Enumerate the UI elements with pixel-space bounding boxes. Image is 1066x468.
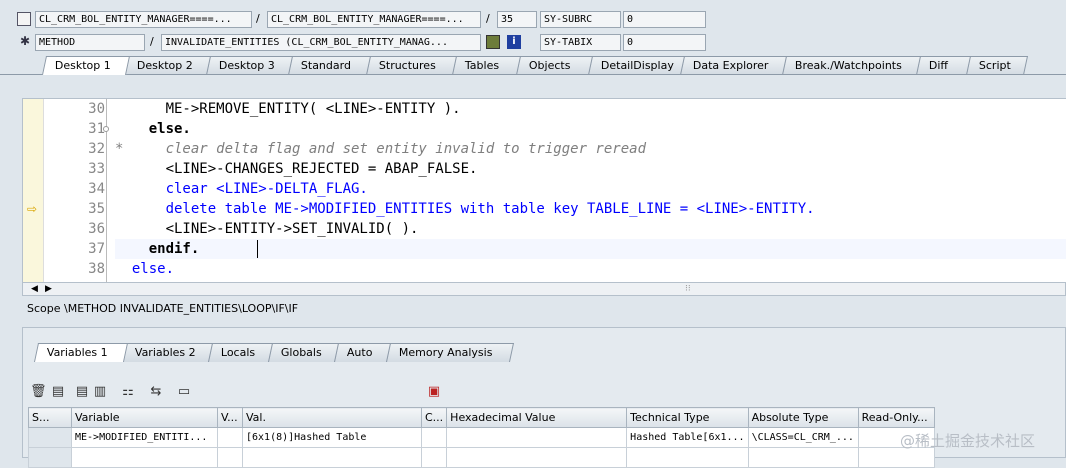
hex-value-cell[interactable] xyxy=(446,427,628,448)
sysvar-name-field[interactable]: SY-SUBRC xyxy=(540,11,621,28)
tab-watchpoints[interactable]: Break./Watchpoints xyxy=(781,56,923,75)
line-number: 33 xyxy=(88,161,105,177)
tab-standard[interactable]: Standard xyxy=(287,56,373,75)
variables-table: S... Variable V... Val. C... Hexadecimal… xyxy=(28,407,935,468)
line-number: 30 xyxy=(88,101,105,117)
scroll-grip-icon[interactable]: ⁝⁝ xyxy=(685,283,691,295)
code-line: else. xyxy=(115,121,191,137)
tab-desktop-3[interactable]: Desktop 3 xyxy=(205,56,295,75)
separator: / xyxy=(150,35,154,48)
line-number: 35 xyxy=(88,201,105,217)
tab-objects[interactable]: Objects xyxy=(515,56,595,75)
tab-variables-2[interactable]: Variables 2 xyxy=(121,343,215,362)
line-number: 36 xyxy=(88,221,105,237)
tab-globals[interactable]: Globals xyxy=(267,343,341,362)
scroll-right-icon[interactable]: ▶ xyxy=(45,283,52,295)
code-line: * clear delta flag and set entity invali… xyxy=(115,141,647,157)
table-icon[interactable]: ▤ xyxy=(74,384,90,400)
line-number: 34 xyxy=(88,181,105,197)
tab-divider xyxy=(0,74,1066,75)
tab-tables[interactable]: Tables xyxy=(451,56,523,75)
settings-icon[interactable]: ▭ xyxy=(176,384,192,400)
breakpoint-gutter[interactable] xyxy=(23,99,44,283)
export-icon[interactable]: ▥ xyxy=(92,384,108,400)
column-header[interactable]: S... xyxy=(28,407,72,428)
include-field[interactable]: CL_CRM_BOL_ENTITY_MANAGER====... xyxy=(267,11,481,28)
hierarchy-icon[interactable]: ⚏ xyxy=(120,384,136,400)
fold-marker-icon[interactable] xyxy=(103,126,109,132)
watermark: @稀土掘金技术社区 xyxy=(900,432,1036,450)
tab-memory-analysis[interactable]: Memory Analysis xyxy=(385,343,515,362)
table-cell[interactable] xyxy=(217,427,243,448)
method-field[interactable]: INVALIDATE_ENTITIES (CL_CRM_BOL_ENTITY_M… xyxy=(161,34,481,51)
column-header[interactable]: V... xyxy=(217,407,243,428)
separator: / xyxy=(256,12,260,25)
technical-type-cell: Hashed Table[6x1... xyxy=(626,427,749,448)
text-cursor xyxy=(257,240,258,258)
code-line: endif. xyxy=(115,241,200,257)
horizontal-scrollbar[interactable]: ◀ ▶ ⁝⁝ xyxy=(22,282,1066,296)
tab-variables-1[interactable]: Variables 1 xyxy=(33,343,129,362)
column-header[interactable]: Read-Only... xyxy=(857,407,935,428)
code-line: else. xyxy=(115,261,175,277)
scroll-left-icon[interactable]: ◀ xyxy=(31,283,38,295)
column-header[interactable]: C... xyxy=(420,407,448,428)
tab-structures[interactable]: Structures xyxy=(365,56,459,75)
delete-icon[interactable]: 🗑 xyxy=(30,384,47,400)
line-number: 37 xyxy=(88,241,105,257)
tab-diff[interactable]: Diff xyxy=(915,56,973,75)
sysvar-value-field[interactable]: 0 xyxy=(623,11,706,28)
row-selector[interactable] xyxy=(28,427,72,448)
save-icon[interactable]: ▣ xyxy=(426,384,442,400)
column-header[interactable]: Hexadecimal Value xyxy=(446,407,628,428)
column-header[interactable]: Variable xyxy=(71,407,218,428)
table-cell[interactable] xyxy=(420,427,448,448)
scope-path: Scope \METHOD INVALIDATE_ENTITIES\LOOP\I… xyxy=(27,302,299,315)
current-statement-arrow-icon: ⇨ xyxy=(27,202,38,216)
class-field[interactable]: CL_CRM_BOL_ENTITY_MANAGER====... xyxy=(35,11,252,28)
sysvar-value-field[interactable]: 0 xyxy=(623,34,706,51)
column-header[interactable]: Val. xyxy=(242,407,422,428)
code-line: delete table ME->MODIFIED_ENTITIES with … xyxy=(115,201,815,217)
column-header[interactable]: Absolute Type xyxy=(747,407,859,428)
source-icon xyxy=(17,12,31,26)
line-number-field[interactable]: 35 xyxy=(497,11,537,28)
tab-auto[interactable]: Auto xyxy=(333,343,393,362)
tab-desktop-1[interactable]: Desktop 1 xyxy=(41,56,131,75)
absolute-type-cell: \CLASS=CL_CRM_... xyxy=(747,427,859,448)
tab-desktop-2[interactable]: Desktop 2 xyxy=(123,56,213,75)
method-icon: ✱ xyxy=(19,34,31,48)
tab-data-explorer[interactable]: Data Explorer xyxy=(679,56,789,75)
variable-cell[interactable]: ME->MODIFIED_ENTITI... xyxy=(71,427,218,448)
sysvar-name-field[interactable]: SY-TABIX xyxy=(540,34,621,51)
tab-detaildisplay[interactable]: DetailDisplay xyxy=(587,56,687,75)
separator: / xyxy=(486,12,490,25)
line-number: 31 xyxy=(88,121,105,137)
tab-locals[interactable]: Locals xyxy=(207,343,275,362)
column-header[interactable]: Technical Type xyxy=(626,407,749,428)
code-line: ME->REMOVE_ENTITY( <LINE>-ENTITY ). xyxy=(115,101,461,117)
table-row[interactable]: ME->MODIFIED_ENTITI... [6x1(8)]Hashed Ta… xyxy=(28,427,935,448)
info-icon[interactable]: i xyxy=(507,35,521,49)
tab-script[interactable]: Script xyxy=(965,56,1029,75)
line-number: 32 xyxy=(88,141,105,157)
code-line: <LINE>-ENTITY->SET_INVALID( ). xyxy=(115,221,419,237)
table-header-row: S... Variable V... Val. C... Hexadecimal… xyxy=(28,407,935,428)
code-editor[interactable]: ⇨ 30 31 32 33 34 35 36 37 38 ME->REMOVE_… xyxy=(22,98,1066,284)
code-line: <LINE>-CHANGES_REJECTED = ABAP_FALSE. xyxy=(115,161,478,177)
code-line: clear <LINE>-DELTA_FLAG. xyxy=(115,181,368,197)
type-field[interactable]: METHOD xyxy=(35,34,145,51)
value-cell[interactable]: [6x1(8)]Hashed Table xyxy=(242,427,422,448)
line-number: 38 xyxy=(88,261,105,277)
navigate-icon[interactable]: ⇆ xyxy=(148,384,164,400)
list-icon[interactable] xyxy=(486,35,500,49)
import-icon[interactable]: ▤ xyxy=(50,384,66,400)
